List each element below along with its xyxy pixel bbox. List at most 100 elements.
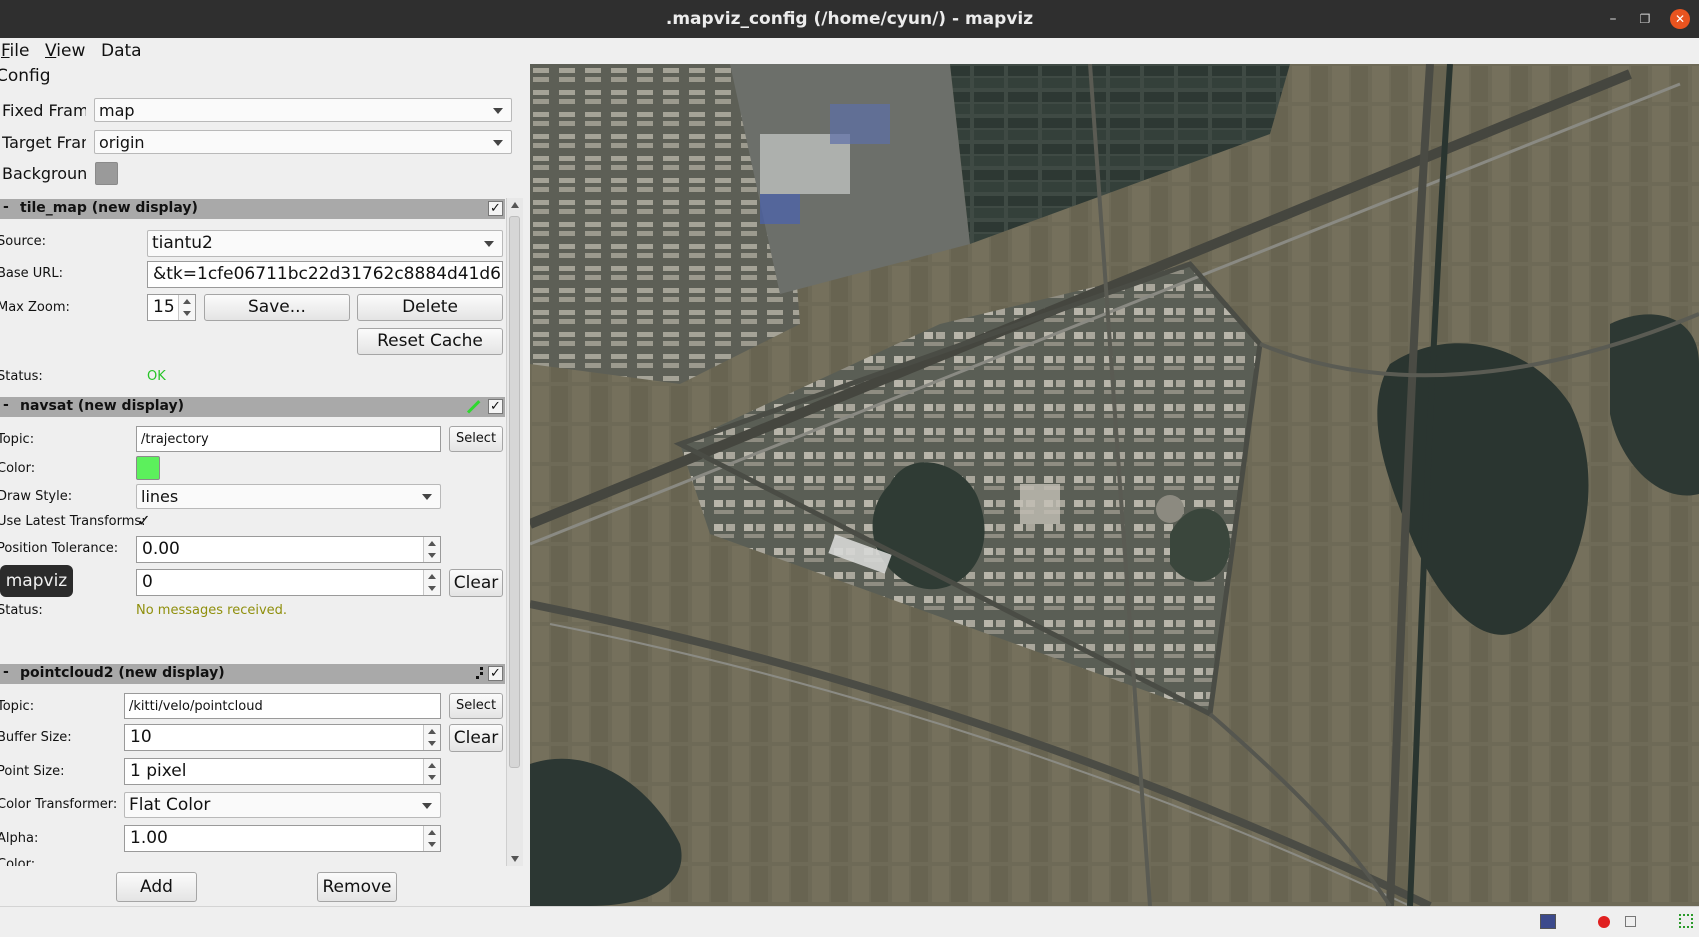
stop-icon[interactable] — [1625, 916, 1636, 927]
pointcloud-select-button[interactable]: Select — [449, 693, 503, 719]
chevron-down-icon — [484, 241, 494, 247]
navsat-topic-label: Topic: — [0, 432, 35, 447]
latest-transforms-label: Use Latest Transforms: — [0, 514, 146, 529]
up-arrow-icon[interactable] — [183, 299, 191, 304]
color-transformer-combo[interactable]: Flat Color — [124, 792, 441, 818]
background-label: Background — [2, 164, 86, 183]
tile-map-visible-checkbox[interactable]: ✓ — [488, 201, 503, 216]
fixed-frame-value: map — [99, 101, 135, 120]
pointcloud2-header[interactable]: - pointcloud2 (new display) ✓ — [0, 664, 505, 684]
pointcloud-clear-button[interactable]: Clear — [449, 724, 503, 752]
source-combo[interactable]: tiantu2 — [147, 230, 503, 257]
display-list-scrollbar[interactable] — [506, 198, 523, 866]
save-button[interactable]: Save... — [204, 294, 350, 321]
pointcloud-topic-input[interactable]: /kitti/velo/pointcloud — [124, 693, 441, 719]
spin-arrows[interactable] — [423, 570, 440, 595]
menu-data[interactable]: Data — [101, 41, 142, 61]
fixed-frame-combo[interactable]: map — [94, 98, 512, 122]
scroll-down-icon[interactable] — [511, 856, 519, 862]
up-arrow-icon[interactable] — [428, 729, 436, 734]
tile-map-status-value: OK — [147, 369, 166, 384]
pointcloud-color-label: Color: — [0, 857, 36, 866]
spin-arrows[interactable] — [423, 759, 440, 784]
navsat-buffer-spinbox[interactable]: 0 — [136, 569, 441, 596]
max-zoom-value: 15 — [153, 297, 175, 317]
display-list: - tile_map (new display) ✓ Source: tiant… — [0, 198, 522, 866]
delete-button[interactable]: Delete — [357, 294, 503, 321]
scroll-up-icon[interactable] — [511, 202, 519, 208]
collapse-toggle[interactable]: - — [3, 664, 9, 680]
navsat-status-value: No messages received. — [136, 603, 288, 618]
position-tolerance-spinbox[interactable]: 0.00 — [136, 536, 441, 563]
base-url-input[interactable]: &tk=1cfe06711bc22d31762c8884d41d68f0 — [147, 261, 503, 288]
pointcloud2-visible-checkbox[interactable]: ✓ — [488, 666, 503, 681]
spin-arrows[interactable] — [178, 295, 195, 320]
close-icon[interactable]: ✕ — [1670, 9, 1690, 29]
satellite-map-image — [530, 64, 1699, 906]
navsat-header[interactable]: - navsat (new display) ✓ — [0, 397, 505, 417]
drag-handle-icon[interactable] — [480, 667, 483, 670]
navsat-topic-input[interactable]: /trajectory — [136, 426, 441, 452]
reset-cache-button[interactable]: Reset Cache — [357, 328, 503, 355]
navsat-select-button[interactable]: Select — [449, 426, 503, 452]
color-transformer-value: Flat Color — [129, 795, 211, 815]
down-arrow-icon[interactable] — [428, 586, 436, 591]
chevron-down-icon — [422, 803, 432, 809]
target-frame-combo[interactable]: origin — [94, 130, 512, 154]
spin-arrows[interactable] — [423, 826, 440, 851]
buffer-size-value: 10 — [130, 727, 152, 747]
tile-map-header[interactable]: - tile_map (new display) ✓ — [0, 199, 505, 219]
maximize-icon[interactable]: ❐ — [1636, 10, 1654, 28]
point-size-value: 1 pixel — [130, 761, 187, 781]
remove-display-button[interactable]: Remove — [317, 872, 397, 902]
down-arrow-icon[interactable] — [428, 553, 436, 558]
buffer-size-spinbox[interactable]: 10 — [124, 724, 441, 751]
navsat-buffer-value: 0 — [142, 572, 153, 592]
down-arrow-icon[interactable] — [183, 311, 191, 316]
menu-file[interactable]: File — [1, 41, 29, 61]
navsat-title: navsat (new display) — [20, 398, 185, 414]
menu-view[interactable]: View — [45, 41, 85, 61]
menu-bar: File View Data — [0, 38, 1699, 64]
alpha-spinbox[interactable]: 1.00 — [124, 825, 441, 852]
position-tolerance-label: Position Tolerance: — [0, 541, 119, 556]
down-arrow-icon[interactable] — [428, 842, 436, 847]
max-zoom-spinbox[interactable]: 15 — [147, 294, 196, 321]
up-arrow-icon[interactable] — [428, 763, 436, 768]
up-arrow-icon[interactable] — [428, 830, 436, 835]
chevron-down-icon — [493, 108, 503, 114]
point-size-label: Point Size: — [0, 764, 65, 779]
alpha-value: 1.00 — [130, 828, 168, 848]
up-arrow-icon[interactable] — [428, 574, 436, 579]
fit-view-icon[interactable] — [1679, 914, 1693, 928]
draw-style-value: lines — [141, 487, 179, 506]
draw-style-combo[interactable]: lines — [136, 484, 441, 509]
navsat-clear-button[interactable]: Clear — [449, 569, 503, 597]
tile-map-status-label: Status: — [0, 369, 43, 384]
navsat-visible-checkbox[interactable]: ✓ — [488, 399, 503, 414]
tile-map-title: tile_map (new display) — [20, 200, 198, 216]
fixed-frame-label: Fixed Frame — [2, 101, 86, 120]
target-frame-value: origin — [99, 133, 145, 152]
screenshot-icon[interactable] — [1540, 914, 1556, 929]
down-arrow-icon[interactable] — [428, 741, 436, 746]
spin-arrows[interactable] — [423, 537, 440, 562]
down-arrow-icon[interactable] — [428, 775, 436, 780]
navsat-color-swatch[interactable] — [136, 456, 160, 480]
up-arrow-icon[interactable] — [428, 541, 436, 546]
buffer-size-label: Buffer Size: — [0, 730, 72, 745]
scrollbar-thumb[interactable] — [509, 216, 520, 768]
map-canvas[interactable] — [530, 64, 1699, 906]
latest-transforms-checkbox[interactable]: ✓ — [136, 513, 152, 530]
spin-arrows[interactable] — [423, 725, 440, 750]
add-display-button[interactable]: Add — [116, 872, 197, 902]
minimize-icon[interactable]: – — [1604, 10, 1622, 28]
draw-style-label: Draw Style: — [0, 489, 73, 504]
record-icon[interactable] — [1598, 916, 1610, 928]
chevron-down-icon — [493, 140, 503, 146]
background-color-swatch[interactable] — [95, 162, 118, 185]
chevron-down-icon — [422, 494, 432, 500]
point-size-spinbox[interactable]: 1 pixel — [124, 758, 441, 785]
collapse-toggle[interactable]: - — [3, 397, 9, 413]
collapse-toggle[interactable]: - — [3, 199, 9, 215]
